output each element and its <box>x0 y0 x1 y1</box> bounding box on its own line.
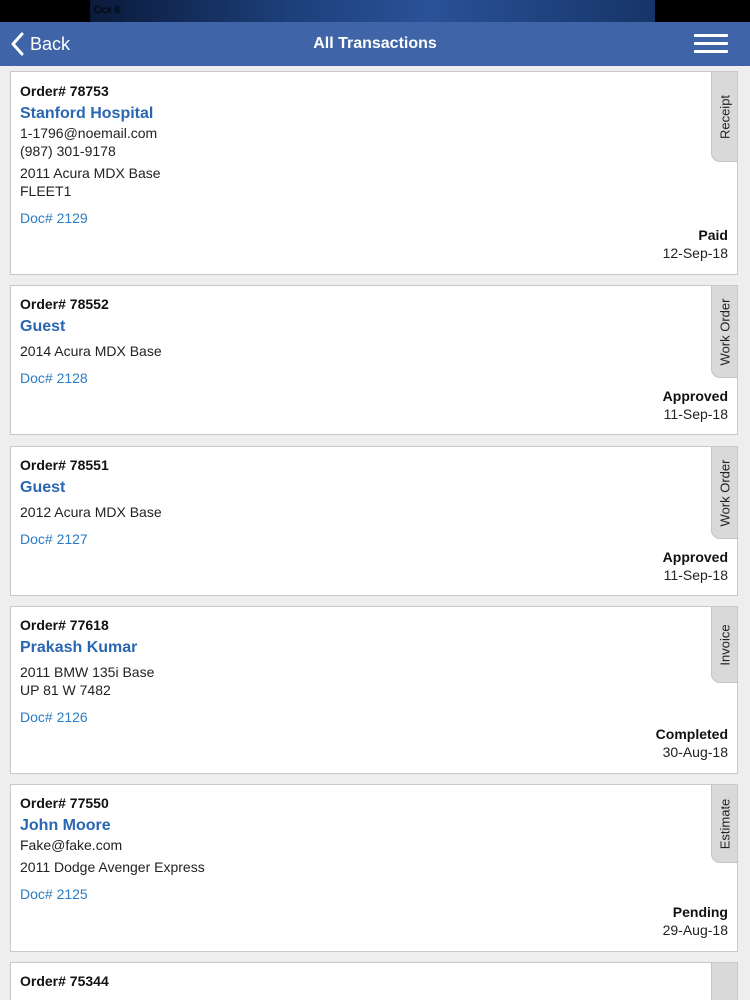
customer-email: 1-1796@noemail.com <box>20 125 158 141</box>
vehicle-info: 2011 Dodge Avenger Express <box>20 859 205 875</box>
transaction-type-label: Work Order <box>717 459 732 526</box>
status-badge: Approved <box>662 388 728 404</box>
customer-name-link[interactable]: Guest <box>20 318 65 336</box>
page-title: All Transactions <box>313 35 437 52</box>
vehicle-info: 2014 Acura MDX Base <box>20 343 162 359</box>
order-number: Order# 75344 <box>20 973 109 989</box>
transaction-date: 11-Sep-18 <box>663 406 728 422</box>
status-badge: Pending <box>672 904 728 920</box>
transaction-type-label: Estimate <box>717 798 732 849</box>
transaction-date: 12-Sep-18 <box>662 245 728 261</box>
order-number: Order# 78552 <box>20 296 109 312</box>
transaction-date: 11-Sep-18 <box>663 567 728 583</box>
transaction-card[interactable]: Order# 75344 e <box>10 962 738 1000</box>
customer-name-link[interactable]: Prakash Kumar <box>20 639 137 657</box>
customer-phone: (987) 301-9178 <box>20 143 116 159</box>
doc-number-link[interactable]: Doc# 2126 <box>20 709 88 725</box>
transaction-type-label: Work Order <box>717 298 732 365</box>
vehicle-plate: UP 81 W 7482 <box>20 682 111 698</box>
doc-number-link[interactable]: Doc# 2127 <box>20 531 88 547</box>
doc-number-link[interactable]: Doc# 2129 <box>20 210 88 226</box>
navigation-bar: Back All Transactions <box>0 22 750 66</box>
order-number: Order# 77550 <box>20 795 109 811</box>
status-bar-tag: Ocx 8 <box>94 5 121 16</box>
hamburger-menu-icon[interactable] <box>694 34 728 54</box>
status-badge: Completed <box>655 726 728 742</box>
transaction-type-tab[interactable]: Receipt <box>711 72 737 162</box>
vehicle-info: 2012 Acura MDX Base <box>20 504 162 520</box>
vehicle-plate: FLEET1 <box>20 183 72 199</box>
transaction-type-tab[interactable]: e <box>711 963 737 1000</box>
transaction-card[interactable]: Order# 78753 Stanford Hospital 1-1796@no… <box>10 71 738 275</box>
transaction-type-tab[interactable]: Estimate <box>711 785 737 863</box>
transaction-card[interactable]: Order# 78551 Guest 2012 Acura MDX Base D… <box>10 446 738 596</box>
status-bar: Ocx 8 <box>0 0 750 22</box>
customer-name-link[interactable]: John Moore <box>20 817 111 835</box>
transaction-type-tab[interactable]: Invoice <box>711 607 737 683</box>
order-number: Order# 77618 <box>20 617 109 633</box>
customer-name-link[interactable]: Stanford Hospital <box>20 105 153 123</box>
transaction-card[interactable]: Order# 77618 Prakash Kumar 2011 BMW 135i… <box>10 606 738 774</box>
transaction-card[interactable]: Order# 77550 John Moore Fake@fake.com 20… <box>10 784 738 952</box>
status-badge: Paid <box>698 227 728 243</box>
doc-number-link[interactable]: Doc# 2125 <box>20 886 88 902</box>
transaction-type-tab[interactable]: Work Order <box>711 286 737 378</box>
transaction-type-label: Invoice <box>717 623 732 666</box>
status-bar-glow <box>90 0 655 22</box>
transaction-date: 30-Aug-18 <box>662 744 728 760</box>
customer-email: Fake@fake.com <box>20 837 123 853</box>
order-number: Order# 78551 <box>20 457 109 473</box>
order-number: Order# 78753 <box>20 83 109 99</box>
status-badge: Approved <box>662 549 728 565</box>
transaction-date: 29-Aug-18 <box>662 922 728 938</box>
doc-number-link[interactable]: Doc# 2128 <box>20 370 88 386</box>
transaction-type-tab[interactable]: Work Order <box>711 447 737 539</box>
vehicle-info: 2011 Acura MDX Base <box>20 165 161 181</box>
customer-name-link[interactable]: Guest <box>20 479 65 497</box>
transaction-card[interactable]: Order# 78552 Guest 2014 Acura MDX Base D… <box>10 285 738 435</box>
transactions-list[interactable]: Order# 78753 Stanford Hospital 1-1796@no… <box>0 66 750 1000</box>
vehicle-info: 2011 BMW 135i Base <box>20 664 155 680</box>
transaction-type-label: Receipt <box>717 94 732 139</box>
